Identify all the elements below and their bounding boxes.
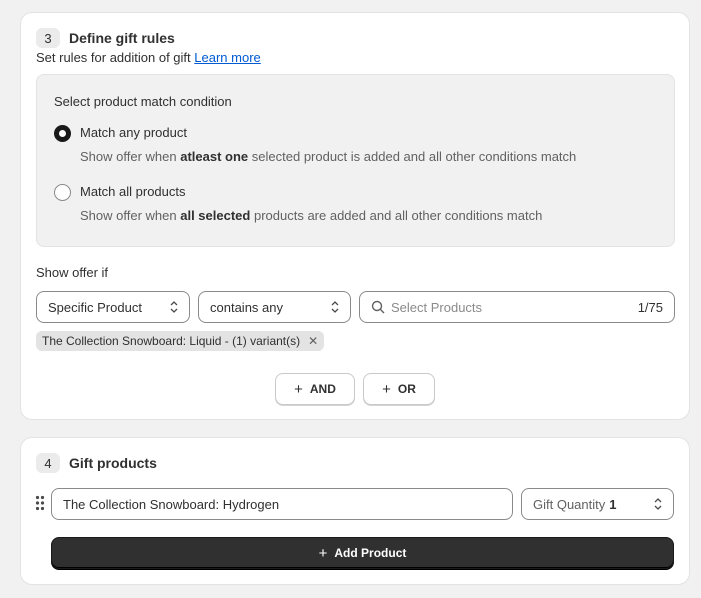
- remove-tag-icon[interactable]: ✕: [308, 334, 318, 348]
- match-condition-label: Select product match condition: [54, 94, 232, 109]
- desc-bold: atleast one: [180, 149, 249, 164]
- step-number-badge: 3: [36, 28, 60, 48]
- section-header: 4 Gift products: [36, 453, 157, 473]
- desc-text: products are added and all other conditi…: [253, 208, 543, 223]
- section-title: Gift products: [69, 455, 157, 471]
- match-all-radio[interactable]: [54, 184, 71, 201]
- show-offer-if-label: Show offer if: [36, 265, 109, 280]
- desc-text: Show offer when: [80, 208, 177, 223]
- gift-quantity-value: 1: [609, 496, 617, 512]
- drag-handle-icon[interactable]: [35, 495, 45, 511]
- match-any-description: Show offer when atleast one selected pro…: [80, 149, 576, 164]
- gift-quantity-label: Gift Quantity: [533, 496, 606, 512]
- desc-bold: all selected: [180, 208, 251, 223]
- match-all-description: Show offer when all selected products ar…: [80, 208, 542, 223]
- condition-operator-select[interactable]: contains any: [198, 291, 351, 323]
- plus-icon: +: [318, 544, 328, 562]
- add-and-condition-button[interactable]: + AND: [275, 373, 355, 405]
- section-subtitle: Set rules for addition of gift Learn mor…: [36, 50, 261, 65]
- select-chevron-icon: [331, 301, 339, 313]
- add-product-label: Add Product: [334, 546, 407, 560]
- and-button-label: AND: [309, 382, 336, 396]
- select-products-search[interactable]: Select Products 1/75: [359, 291, 675, 323]
- condition-type-value: Specific Product: [48, 299, 142, 315]
- add-or-condition-button[interactable]: + OR: [363, 373, 435, 405]
- add-product-button[interactable]: + Add Product: [51, 537, 674, 569]
- selected-count: 1/75: [637, 300, 663, 315]
- search-placeholder: Select Products: [391, 300, 483, 315]
- gift-product-field[interactable]: The Collection Snowboard: Hydrogen: [51, 488, 513, 520]
- section-title: Define gift rules: [69, 30, 175, 46]
- gift-rules-card: 3 Define gift rules Set rules for additi…: [20, 12, 690, 420]
- gift-product-value: The Collection Snowboard: Hydrogen: [63, 496, 280, 512]
- plus-icon: +: [382, 380, 391, 398]
- condition-operator-value: contains any: [210, 299, 283, 315]
- step-number-badge: 4: [36, 453, 60, 473]
- select-chevron-icon: [170, 301, 178, 313]
- match-any-radio[interactable]: [54, 125, 71, 142]
- condition-type-select[interactable]: Specific Product: [36, 291, 190, 323]
- match-condition-box: Select product match condition Match any…: [36, 74, 675, 247]
- tag-label: The Collection Snowboard: Liquid - (1) v…: [42, 334, 301, 348]
- plus-icon: +: [294, 380, 303, 398]
- section-header: 3 Define gift rules: [36, 28, 175, 48]
- match-any-label[interactable]: Match any product: [80, 125, 187, 140]
- gift-quantity-select[interactable]: Gift Quantity 1: [521, 488, 674, 520]
- learn-more-link[interactable]: Learn more: [194, 50, 260, 65]
- selected-product-tag: The Collection Snowboard: Liquid - (1) v…: [36, 331, 325, 351]
- select-chevron-icon: [654, 498, 662, 510]
- desc-text: Show offer when: [80, 149, 177, 164]
- desc-text: selected product is added and all other …: [251, 149, 577, 164]
- gift-products-card: 4 Gift products The Collection Snowboard…: [20, 437, 690, 585]
- subtitle-text: Set rules for addition of gift: [36, 50, 191, 65]
- match-all-label[interactable]: Match all products: [80, 184, 186, 199]
- search-icon: [371, 300, 385, 314]
- or-button-label: OR: [397, 382, 416, 396]
